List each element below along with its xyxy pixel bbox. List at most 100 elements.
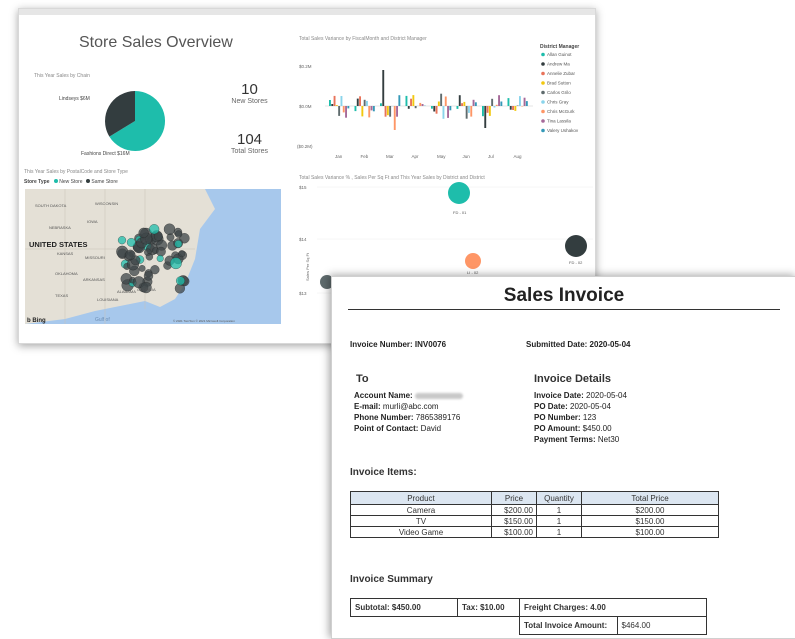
bar[interactable] [396,106,398,117]
bar[interactable] [491,99,493,106]
bar[interactable] [447,106,449,118]
bar[interactable] [366,101,368,106]
bar[interactable] [498,95,500,106]
bar[interactable] [385,106,387,117]
bar[interactable] [468,106,470,113]
bar[interactable] [394,106,396,130]
store-map[interactable]: SOUTH DAKOTA WISCONSIN IOWA NEBRASKA UNI… [25,189,281,324]
bar[interactable] [410,99,412,106]
bar[interactable] [357,99,359,106]
bar[interactable] [329,100,331,106]
store-marker[interactable] [139,228,149,238]
bar[interactable] [433,106,435,112]
bar[interactable] [419,103,421,106]
bar[interactable] [361,106,363,116]
bar[interactable] [364,100,366,106]
bar[interactable] [487,106,489,113]
bar[interactable] [440,94,442,106]
bar[interactable] [368,106,370,117]
kpi-total-stores[interactable]: 104 Total Stores [227,131,272,155]
scatter-point-fd02[interactable] [565,235,587,257]
bar[interactable] [517,106,519,107]
bar[interactable] [466,106,468,119]
bar[interactable] [415,106,417,108]
legend-item[interactable]: Chris McGurk [547,109,575,114]
bar[interactable] [338,106,340,116]
bar[interactable] [343,106,345,112]
store-marker[interactable] [175,231,182,238]
bar[interactable] [459,95,461,106]
bar[interactable] [359,96,361,106]
bar[interactable] [514,106,516,111]
bar[interactable] [470,106,472,117]
store-marker[interactable] [127,238,135,246]
bar[interactable] [475,102,477,106]
legend-item[interactable]: Valery Ushakov [547,128,579,133]
kpi-new-stores[interactable]: 10 New Stores [227,81,272,105]
legend-item[interactable]: Allan Guinot [547,52,572,57]
legend-item[interactable]: Andrew Ma [547,62,570,67]
legend-item[interactable]: Annelie Zubar [547,71,576,76]
legend-item[interactable]: Tina Lassila [547,119,571,124]
store-marker[interactable] [149,224,159,234]
bar[interactable] [494,106,496,108]
bar[interactable] [526,101,528,106]
bar[interactable] [371,106,373,110]
store-marker[interactable] [170,258,181,269]
store-marker[interactable] [139,265,145,271]
bar[interactable] [449,106,451,110]
bar[interactable] [408,106,410,109]
bar[interactable] [398,95,400,106]
bar[interactable] [345,106,347,118]
store-marker[interactable] [125,250,135,260]
store-marker[interactable] [175,240,182,247]
bar[interactable] [422,104,424,106]
bar[interactable] [347,106,349,108]
bar[interactable] [521,106,523,107]
sales-variance-bar-chart[interactable]: $0.2M $0.0M ($0.2M) JanFebMarAprMayJunJu… [297,44,593,162]
legend-item[interactable]: Chris Gray [547,100,569,105]
legend-item[interactable]: Brad Sutton [547,81,571,86]
scatter-point-fd01[interactable] [448,182,470,204]
store-marker[interactable] [156,247,165,256]
store-marker[interactable] [146,253,153,260]
bar[interactable] [389,106,391,117]
bar[interactable] [445,97,447,107]
bar[interactable] [524,98,526,106]
bar[interactable] [336,105,338,106]
store-marker[interactable] [144,271,153,280]
bar[interactable] [438,102,440,107]
bar[interactable] [412,95,414,106]
bar[interactable] [443,106,445,119]
bar[interactable] [519,96,521,106]
bar[interactable] [387,106,389,115]
bar[interactable] [482,106,484,116]
pie-chart[interactable]: Lindseys $6M Fashions Direct $16M [39,83,189,163]
bar[interactable] [373,106,375,111]
store-marker[interactable] [118,236,126,244]
bar[interactable] [496,105,498,106]
bar[interactable] [512,106,514,110]
bar[interactable] [461,103,463,106]
bar[interactable] [489,106,491,116]
store-marker[interactable] [157,255,164,262]
store-marker[interactable] [164,224,175,235]
scatter-point-li02[interactable] [465,253,481,269]
bar[interactable] [431,106,433,109]
bar-legend[interactable]: Allan Guinot Andrew Ma Annelie Zubar Brad S… [541,52,579,133]
bar[interactable] [382,70,384,106]
bar[interactable] [436,106,438,114]
bar[interactable] [500,102,502,107]
bar[interactable] [457,106,459,109]
bar[interactable] [406,96,408,106]
store-marker[interactable] [176,277,185,286]
store-marker[interactable] [179,250,186,257]
bar[interactable] [355,106,357,111]
bar[interactable] [334,96,336,106]
bar[interactable] [510,106,512,110]
bar-group[interactable] [329,70,528,130]
legend-item[interactable]: Carlos Grilo [547,90,571,95]
bar[interactable] [484,106,486,128]
bar[interactable] [463,102,465,106]
bar[interactable] [380,103,382,106]
